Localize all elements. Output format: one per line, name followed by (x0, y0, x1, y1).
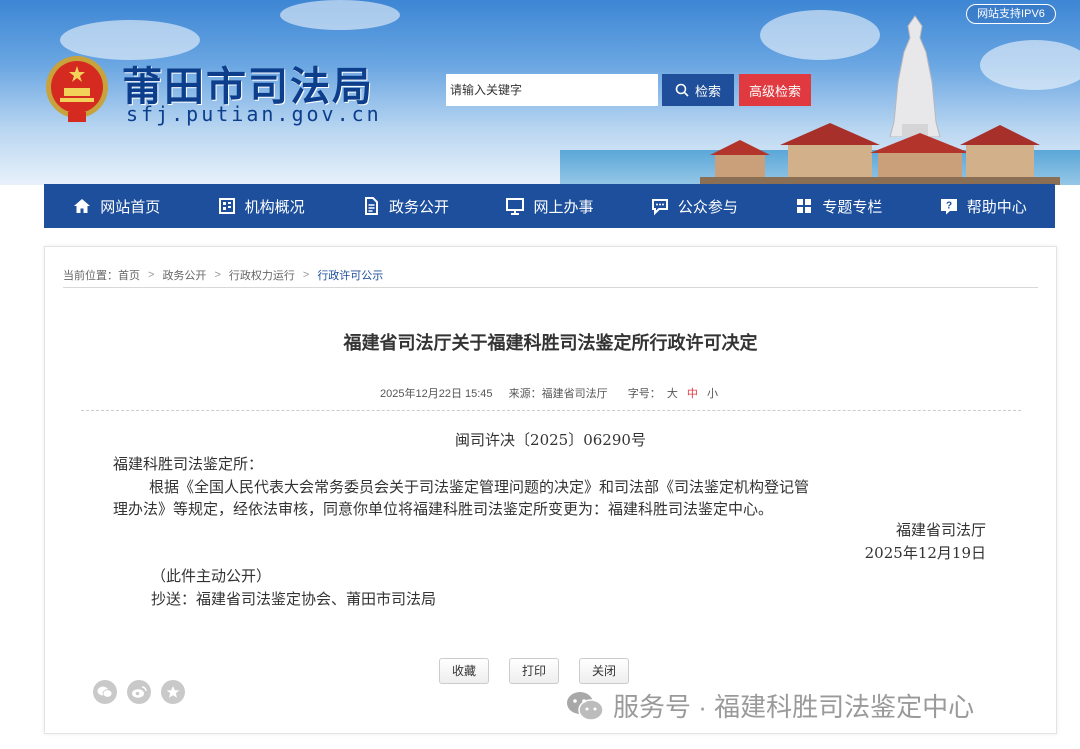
document-icon (365, 197, 379, 215)
document-issue-date: 2025年12月19日 (864, 544, 986, 562)
site-header: 莆田市司法局 sfj.putian.gov.cn 网站支持IPV6 检索 高级检… (0, 0, 1080, 185)
grid-icon (797, 199, 812, 213)
nav-item-label: 公众参与 (677, 198, 738, 216)
font-size-small[interactable]: 小 (707, 388, 718, 400)
wechat-icon[interactable] (93, 680, 117, 704)
nav-item-org[interactable]: 机构概况 (188, 184, 332, 228)
watermark: 服务号 · 福建科胜司法鉴定中心 (565, 687, 974, 724)
font-size-large[interactable]: 大 (667, 388, 678, 400)
search-input[interactable] (446, 74, 658, 106)
article-actions: 收藏 打印 关闭 (439, 658, 630, 684)
document-issuer: 福建省司法厅 (895, 521, 986, 539)
cloud-decoration (280, 0, 400, 30)
breadcrumb-divider (63, 287, 1038, 288)
share-bar (93, 680, 185, 704)
nav-item-label: 帮助中心 (966, 198, 1027, 216)
breadcrumb: 当前位置： 首页 > 政务公开 > 行政权力运行 > 行政许可公示 (63, 267, 383, 283)
chat-icon (651, 199, 668, 216)
cloud-decoration (980, 40, 1080, 90)
document-disclosure: （此件主动公开） (151, 567, 272, 585)
article-panel: 当前位置： 首页 > 政务公开 > 行政权力运行 > 行政许可公示 福建省司法厅… (44, 246, 1057, 734)
nav-item-special-topics[interactable]: 专题专栏 (766, 184, 910, 228)
close-button[interactable]: 关闭 (579, 658, 630, 684)
watermark-text: 服务号 · 福建科胜司法鉴定中心 (613, 692, 975, 722)
org-icon (218, 198, 235, 214)
document-body-line-2: 理办法》等规定，经依法审核，同意你单位将福建科胜司法鉴定所变更为：福建科胜司法鉴… (113, 500, 774, 518)
document-body-line-1: 根据《全国人民代表大会常务委员会关于司法鉴定管理问题的决定》和司法部《司法鉴定机… (149, 478, 810, 496)
search-button[interactable]: 检索 (662, 74, 734, 106)
site-url: sfj.putian.gov.cn (126, 102, 382, 126)
font-size-medium[interactable]: 中 (687, 388, 698, 400)
breadcrumb-item-home[interactable]: 首页 (118, 267, 140, 283)
search-button-label: 检索 (694, 83, 721, 99)
help-icon: ? (940, 199, 957, 215)
nav-item-label: 网上办事 (533, 198, 594, 216)
svg-text:?: ? (946, 201, 952, 212)
document-cc: 抄送：福建省司法鉴定协会、莆田市司法局 (151, 590, 437, 608)
nav-item-label: 专题专栏 (822, 198, 883, 216)
article-title: 福建省司法厅关于福建科胜司法鉴定所行政许可决定 (343, 333, 758, 353)
article-meta: 2025年12月22日 15:45 来源：福建省司法厅 字号： 大 中 小 (45, 385, 1056, 401)
temple-icon (700, 123, 1060, 185)
breadcrumb-prefix: 当前位置： (63, 270, 118, 282)
home-icon (74, 199, 91, 213)
favorite-button[interactable]: 收藏 (439, 658, 490, 684)
nav-item-label: 机构概况 (244, 198, 305, 216)
breadcrumb-separator: > (148, 269, 155, 281)
search-icon (675, 83, 689, 97)
print-button[interactable]: 打印 (509, 658, 560, 684)
cloud-decoration (760, 10, 880, 60)
national-emblem-icon (46, 56, 108, 122)
nav-item-affairs[interactable]: 政务公开 (333, 184, 477, 228)
breadcrumb-item-current[interactable]: 行政许可公示 (317, 267, 383, 283)
wechat-icon (567, 691, 604, 721)
nav-item-label: 政务公开 (389, 198, 450, 216)
nav-item-help[interactable]: ? 帮助中心 (911, 184, 1055, 228)
document-number: 闽司许决〔2025〕06290号 (455, 431, 646, 449)
nav-item-participation[interactable]: 公众参与 (622, 184, 766, 228)
article-source: 来源：福建省司法厅 (508, 388, 608, 400)
breadcrumb-separator: > (302, 269, 310, 281)
breadcrumb-separator: > (214, 269, 221, 281)
nav-item-online-service[interactable]: 网上办事 (477, 184, 621, 228)
font-size-label: 字号： (627, 388, 661, 400)
meta-divider (81, 410, 1021, 411)
breadcrumb-item-power[interactable]: 行政权力运行 (229, 267, 295, 283)
breadcrumb-item-affairs[interactable]: 政务公开 (162, 267, 206, 283)
advanced-search-button[interactable]: 高级检索 (739, 74, 811, 106)
star-icon[interactable] (161, 680, 185, 704)
document-recipient: 福建科胜司法鉴定所： (113, 455, 264, 473)
main-nav: 网站首页 机构概况 政务公开 网上办事 公众参与 专题专栏 ? 帮助中心 (44, 184, 1055, 228)
ipv6-badge[interactable]: 网站支持IPV6 (966, 4, 1056, 24)
weibo-icon[interactable] (127, 680, 151, 704)
nav-item-label: 网站首页 (100, 198, 161, 216)
nav-item-home[interactable]: 网站首页 (44, 184, 188, 228)
article-date: 2025年12月22日 15:45 (380, 388, 493, 400)
monitor-icon (506, 198, 525, 215)
